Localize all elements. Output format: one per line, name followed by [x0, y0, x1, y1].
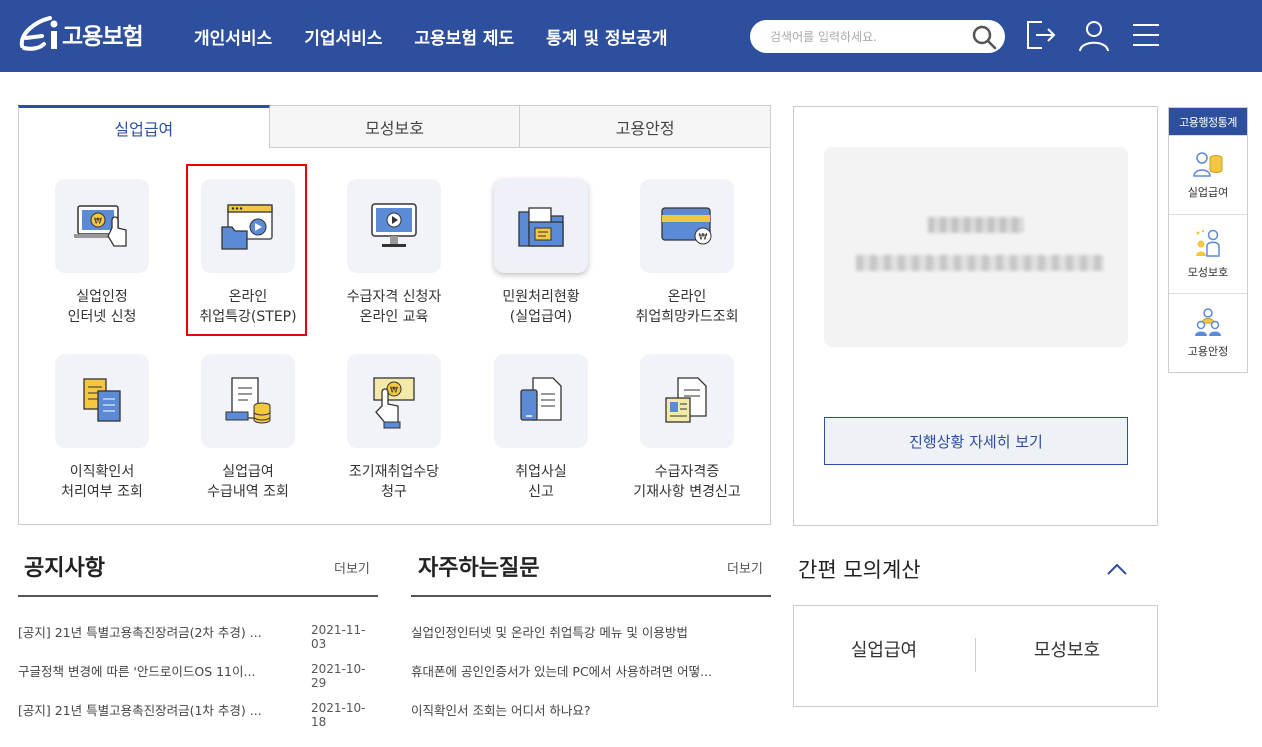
progress-detail-button[interactable]: 진행상황 자세히 보기 — [824, 417, 1128, 465]
notice-row-date: 2021-11-03 — [311, 623, 366, 651]
service-label: 실업인정 인터넷 신청 — [67, 289, 137, 325]
folder-document-icon — [518, 207, 564, 247]
faq-row[interactable]: 실업인정인터넷 및 온라인 취업특강 메뉴 및 이용방법 — [411, 622, 763, 641]
service-label: 취업사실 신고 — [515, 464, 567, 500]
tab-unemployment-benefit[interactable]: 실업급여 — [18, 105, 270, 148]
service-item[interactable]: 수급자격증 기재사항 변경신고 — [614, 354, 760, 502]
documents-icon — [83, 378, 121, 422]
person-coins-icon — [1193, 152, 1223, 177]
mother-child-icon — [1196, 229, 1220, 257]
nav-insurance-system[interactable]: 고용보험 제도 — [414, 24, 514, 49]
notice-row-title[interactable]: [공지] 21년 특별고용촉진장려금(2차 추경) ... — [18, 622, 300, 641]
service-tabs: 실업급여 모성보호 고용안정 — [18, 105, 772, 148]
service-label: 이직확인서 처리여부 조회 — [61, 464, 143, 500]
calc-maternity-button[interactable]: 모성보호 — [977, 636, 1157, 662]
menu-icon[interactable] — [1130, 18, 1164, 52]
divider — [975, 638, 976, 672]
nav-personal-service[interactable]: 개인서비스 — [194, 24, 272, 49]
service-label: 수급자격 신청자 온라인 교육 — [346, 289, 442, 325]
notice-row-title[interactable]: 구글정책 변경에 따른 '안드로이드OS 11이... — [18, 661, 300, 680]
header: 고용보험 개인서비스 기업서비스 고용보험 제도 통계 및 정보공개 — [0, 0, 1262, 72]
service-item[interactable]: 민원처리현황 (실업급여) — [468, 179, 614, 327]
service-item[interactable]: 취업사실 신고 — [468, 354, 614, 502]
calc-box: 실업급여 모성보호 — [793, 605, 1158, 707]
main-nav: 개인서비스 기업서비스 고용보험 제도 통계 및 정보공개 — [194, 0, 700, 72]
blurred-text — [856, 255, 1104, 271]
service-label: 수급자격증 기재사항 변경신고 — [633, 464, 741, 500]
quick-label: 고용안정 — [1187, 345, 1229, 358]
faq-row[interactable]: 이직확인서 조회는 어디서 하나요? — [411, 700, 763, 719]
calc-title: 간편 모의계산 — [798, 558, 921, 582]
quick-item-stability[interactable]: 고용안정 — [1169, 293, 1247, 372]
faq-row[interactable]: 휴대폰에 공인인증서가 있는데 PC에서 사용하려면 어떻... — [411, 661, 763, 680]
faq-title: 자주하는질문 — [418, 556, 540, 581]
notice-row-date: 2021-10-29 — [311, 662, 366, 690]
card-icon: ₩ — [661, 207, 712, 245]
blurred-text — [928, 217, 1024, 233]
certificate-edit-icon — [665, 377, 707, 423]
notice-title: 공지사항 — [24, 556, 105, 581]
divider — [18, 595, 378, 597]
quick-label: 모성보호 — [1187, 266, 1229, 279]
service-label: 조기재취업수당 청구 — [348, 464, 440, 500]
faq-more-link[interactable]: 더보기 — [727, 558, 763, 577]
svg-text:₩: ₩ — [699, 233, 708, 243]
user-icon[interactable] — [1077, 18, 1111, 52]
progress-panel: 진행상황 자세히 보기 — [793, 106, 1158, 526]
service-item[interactable]: ₩ 조기재취업수당 청구 — [321, 354, 467, 502]
svg-text:₩: ₩ — [390, 386, 398, 395]
logo-icon — [19, 16, 58, 51]
blurred-status-card — [824, 147, 1128, 347]
service-item[interactable]: 수급자격 신청자 온라인 교육 — [321, 179, 467, 327]
quick-title: 고용행정통계 — [1169, 108, 1247, 135]
logo[interactable]: 고용보험 — [16, 12, 144, 56]
phone-document-icon — [520, 377, 562, 421]
service-label: 온라인 취업희망카드조회 — [635, 289, 739, 325]
service-item[interactable]: 이직확인서 처리여부 조회 — [29, 354, 175, 502]
nav-business-service[interactable]: 기업서비스 — [304, 24, 382, 49]
notice-more-link[interactable]: 더보기 — [334, 558, 370, 577]
notice-row-title[interactable]: [공지] 21년 특별고용촉진장려금(1차 추경) ... — [18, 700, 300, 719]
chevron-up-icon[interactable] — [1106, 562, 1128, 576]
service-item[interactable]: 실업급여 수급내역 조회 — [175, 354, 321, 502]
highlight-box — [186, 164, 307, 336]
quick-item-maternity[interactable]: 모성보호 — [1169, 214, 1247, 293]
service-label: 실업급여 수급내역 조회 — [207, 464, 289, 500]
service-label: 민원처리현황 (실업급여) — [502, 289, 580, 325]
service-item[interactable]: ₩ 온라인 취업희망카드조회 — [614, 179, 760, 327]
laptop-click-icon: ₩ — [74, 205, 127, 247]
tab-employment-stability[interactable]: 고용안정 — [520, 105, 772, 148]
receipt-coins-icon — [225, 377, 271, 424]
tab-maternity-protection[interactable]: 모성보호 — [269, 105, 521, 148]
notice-row-date: 2021-10-18 — [311, 701, 366, 729]
search-input[interactable] — [770, 20, 960, 53]
quick-stats-menu: 고용행정통계 실업급여 모성보호 고용안정 — [1168, 107, 1248, 373]
logout-icon[interactable] — [1024, 18, 1058, 52]
calc-unemployment-button[interactable]: 실업급여 — [794, 636, 974, 662]
quick-label: 실업급여 — [1187, 186, 1229, 199]
group-people-icon — [1195, 308, 1221, 336]
search-box — [750, 20, 1005, 53]
monitor-play-icon — [371, 203, 417, 247]
nav-statistics[interactable]: 통계 및 정보공개 — [546, 24, 667, 49]
hand-money-icon: ₩ — [373, 377, 415, 429]
logo-text: 고용보험 — [62, 24, 144, 50]
search-icon[interactable] — [971, 24, 997, 50]
quick-item-unemployment[interactable]: 실업급여 — [1169, 135, 1247, 214]
divider — [411, 595, 771, 597]
svg-text:₩: ₩ — [94, 217, 102, 226]
service-item[interactable]: ₩ 실업인정 인터넷 신청 — [29, 179, 175, 327]
